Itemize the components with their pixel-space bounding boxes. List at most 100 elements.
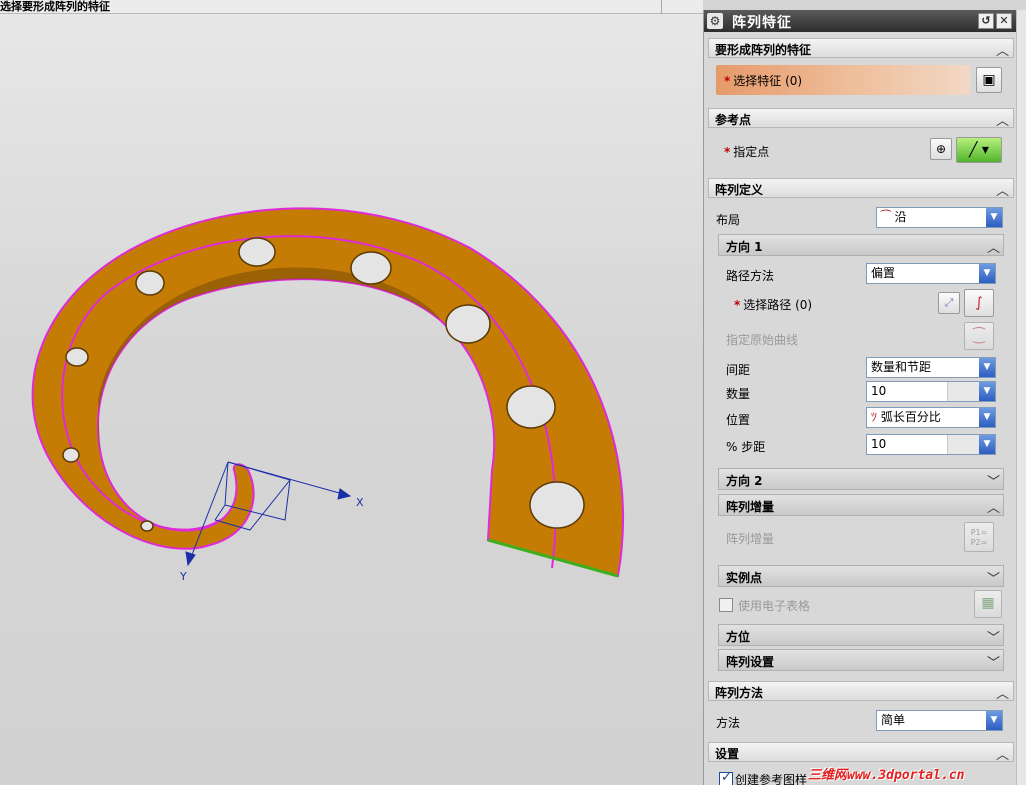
along-icon: ⁀ (881, 210, 895, 224)
chevron-down-icon[interactable]: ﹀ (987, 652, 1000, 671)
step-label: % 步距 (726, 440, 766, 454)
dialog-titlebar: ⚙ 阵列特征 ↺ ✕ (704, 10, 1016, 32)
subsection-instance-points[interactable]: 实例点 ﹀ (718, 565, 1004, 587)
section-features[interactable]: 要形成阵列的特征 ︿ (708, 38, 1014, 59)
section-reference-point-label: 参考点 (715, 113, 752, 127)
spacing-select[interactable]: 数量和节距 ▼ (866, 357, 996, 378)
reset-icon[interactable]: ↺ (978, 13, 994, 29)
spacing-value: 数量和节距 (871, 360, 932, 374)
panel-scrollbar[interactable] (1016, 10, 1026, 785)
chevron-down-icon[interactable]: ▼ (986, 208, 1002, 227)
select-feature-label: 选择特征 (0) (733, 74, 803, 88)
arrow-down-icon[interactable]: ▼ (979, 435, 995, 454)
required-icon: * (734, 298, 741, 312)
section-array-definition-label: 阵列定义 (715, 183, 764, 197)
specify-point-label: 指定点 (733, 145, 770, 159)
original-curve-icon[interactable]: ⁐ (964, 322, 994, 350)
subsection-orientation[interactable]: 方位 ﹀ (718, 624, 1004, 646)
chevron-up-icon[interactable]: ︿ (996, 180, 1009, 199)
feature-select-icon[interactable]: ▣ (976, 67, 1002, 93)
select-feature-row[interactable]: * 选择特征 (0) (716, 65, 970, 95)
array-settings-label: 阵列设置 (726, 655, 775, 669)
section-features-label: 要形成阵列的特征 (715, 43, 812, 57)
direction1-label: 方向 1 (726, 240, 763, 254)
path-method-select[interactable]: 偏置 ▼ (866, 263, 996, 284)
step-value: 10 (871, 437, 887, 451)
watermark-url: www.3dportal.cn (847, 768, 965, 783)
inferred-point-dropdown[interactable]: ╱ ▾ (956, 137, 1002, 163)
point-dialog-icon[interactable]: ⊕ (930, 138, 952, 160)
select-path-label: 选择路径 (0) (743, 298, 813, 312)
graphics-viewport[interactable]: X Y 选择要形成阵列的特征 (0, 0, 703, 785)
arc-percent-icon: ﾂ (871, 410, 881, 424)
gear-icon[interactable]: ⚙ (707, 13, 723, 29)
chevron-up-icon[interactable]: ︿ (987, 237, 1000, 256)
position-label: 位置 (726, 413, 751, 427)
reverse-direction-icon[interactable]: ⤢ (938, 292, 960, 314)
section-reference-point[interactable]: 参考点 ︿ (708, 108, 1014, 129)
subsection-direction1[interactable]: 方向 1 ︿ (718, 234, 1004, 256)
layout-select[interactable]: ⁀ 沿 ▼ (876, 207, 1003, 228)
spreadsheet-icon[interactable]: ▦ (974, 590, 1002, 618)
pattern-feature-dialog: ⚙ 阵列特征 ↺ ✕ 要形成阵列的特征 ︿ * 选择特征 (0) ▣ 参考点 ︿ … (703, 10, 1016, 785)
chevron-down-icon[interactable]: ▼ (979, 358, 995, 377)
spreadsheet-label: 使用电子表格 (738, 599, 811, 613)
section-array-definition[interactable]: 阵列定义 ︿ (708, 178, 1014, 199)
subsection-increment[interactable]: 阵列增量 ︿ (718, 494, 1004, 516)
subsection-array-settings[interactable]: 阵列设置 ﹀ (718, 649, 1004, 671)
chevron-down-icon[interactable]: ﹀ (987, 627, 1000, 646)
axis-x-label: X (356, 496, 364, 509)
chevron-up-icon[interactable]: ︿ (996, 110, 1009, 129)
curve-select-icon[interactable]: ∫ (964, 289, 994, 317)
chevron-down-icon[interactable]: ▼ (979, 264, 995, 283)
path-method-value: 偏置 (871, 266, 896, 280)
layout-value: 沿 (894, 210, 907, 224)
count-value: 10 (871, 384, 887, 398)
subsection-direction2[interactable]: 方向 2 ﹀ (718, 468, 1004, 490)
position-value: 弧长百分比 (880, 410, 941, 424)
count-input[interactable]: 10 ▼ (866, 381, 996, 402)
count-label: 数量 (726, 387, 751, 401)
step-input[interactable]: 10 ▼ (866, 434, 996, 455)
create-reference-checkbox[interactable] (719, 770, 733, 785)
watermark-cn: 三维网 (808, 768, 848, 783)
spreadsheet-checkbox[interactable] (719, 598, 733, 612)
cue-text: 选择要形成阵列的特征 (0, 0, 110, 13)
select-path-row: * 选择路径 (0) (734, 296, 812, 313)
arrow-down-icon[interactable]: ▼ (979, 382, 995, 401)
chevron-down-icon[interactable]: ﹀ (987, 568, 1000, 587)
create-reference-label: 创建参考图样 (735, 773, 808, 785)
specify-point-row: * 指定点 (724, 143, 769, 160)
section-array-method[interactable]: 阵列方法 ︿ (708, 681, 1014, 702)
chevron-down-icon[interactable]: ▼ (979, 408, 995, 427)
dialog-title: 阵列特征 (732, 15, 792, 31)
required-icon: * (724, 74, 731, 88)
direction2-label: 方向 2 (726, 474, 763, 488)
method-label: 方法 (716, 716, 741, 730)
watermark: 三维网www.3dportal.cn (808, 764, 964, 783)
required-icon: * (724, 145, 731, 159)
wcs-triad (185, 461, 352, 567)
chevron-up-icon[interactable]: ︿ (996, 744, 1009, 763)
increment-icon[interactable]: P1= P2= (964, 522, 994, 552)
chevron-down-icon[interactable]: ﹀ (987, 471, 1000, 490)
position-select[interactable]: ﾂ 弧长百分比 ▼ (866, 407, 996, 428)
cue-separator (661, 0, 662, 14)
specify-curve-label: 指定原始曲线 (726, 333, 799, 347)
method-select[interactable]: 简单 ▼ (876, 710, 1003, 731)
increment-label: 阵列增量 (726, 500, 775, 514)
chevron-up-icon[interactable]: ︿ (987, 497, 1000, 516)
instance-points-label: 实例点 (726, 571, 763, 585)
section-settings-label: 设置 (715, 747, 740, 761)
axis-y-label: Y (179, 570, 187, 583)
chevron-up-icon[interactable]: ︿ (996, 40, 1009, 59)
model-view[interactable]: X Y (0, 0, 703, 785)
close-icon[interactable]: ✕ (996, 13, 1012, 29)
cue-line: 选择要形成阵列的特征 (0, 0, 703, 14)
method-value: 简单 (881, 713, 906, 727)
path-method-label: 路径方法 (726, 269, 775, 283)
section-settings[interactable]: 设置 ︿ (708, 742, 1014, 763)
chevron-up-icon[interactable]: ︿ (996, 683, 1009, 702)
chevron-down-icon[interactable]: ▼ (986, 711, 1002, 730)
increment-item-label: 阵列增量 (726, 532, 775, 546)
